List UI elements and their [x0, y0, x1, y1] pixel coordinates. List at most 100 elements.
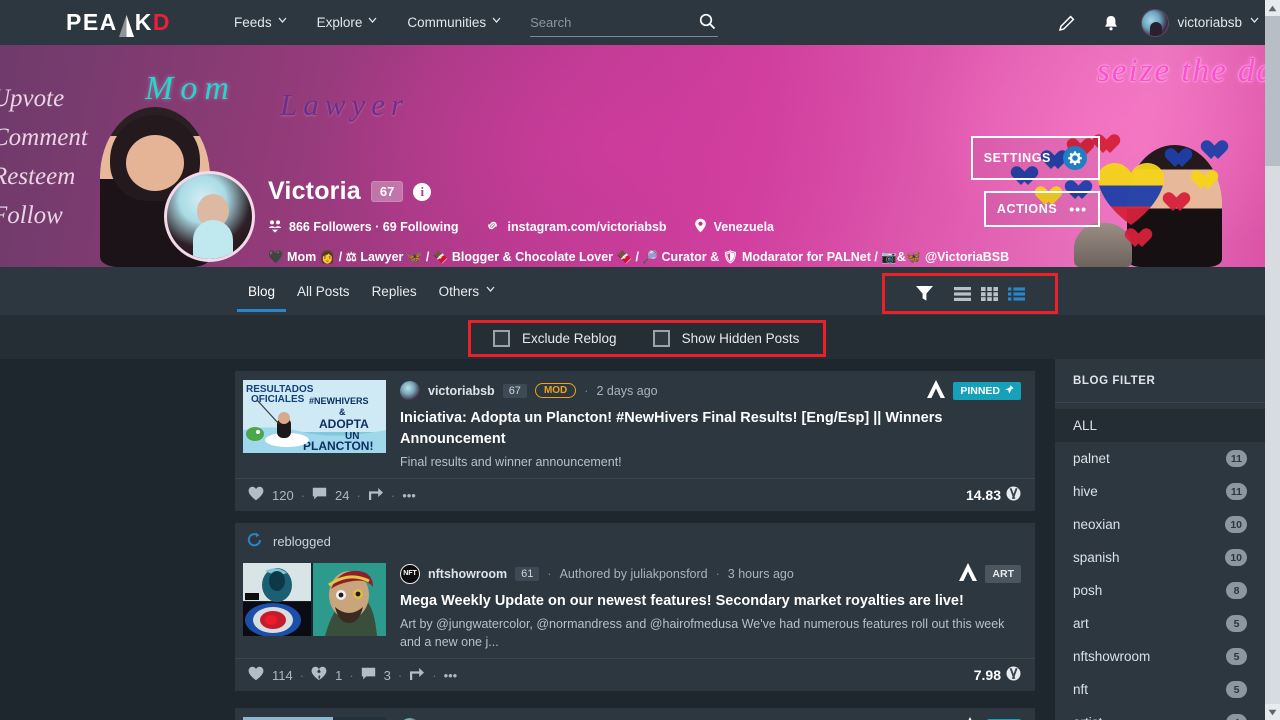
- bell-icon[interactable]: [1089, 0, 1133, 45]
- tab-all-posts[interactable]: All Posts: [286, 270, 361, 312]
- tab-replies[interactable]: Replies: [361, 270, 428, 312]
- search-box[interactable]: [530, 9, 719, 37]
- sidebar-item-palnet[interactable]: palnet 11: [1055, 442, 1265, 475]
- sidebar-item-nftshowroom[interactable]: nftshowroom 5: [1055, 640, 1265, 673]
- nav-item-explore-label: Explore: [316, 15, 363, 30]
- post-description: Final results and winner announcement!: [400, 455, 622, 469]
- sidebar-item-label: ALL: [1073, 418, 1098, 433]
- comment-button[interactable]: 3: [361, 667, 391, 684]
- upvote-button[interactable]: 114: [248, 666, 293, 684]
- comment-icon: [312, 487, 327, 504]
- followers-stat[interactable]: 866 Followers · 69 Following: [268, 219, 458, 236]
- profile-link[interactable]: instagram.com/victoriabsb: [485, 218, 667, 236]
- list-detail-icon[interactable]: [1008, 286, 1025, 301]
- nav-item-communities-label: Communities: [407, 15, 487, 30]
- list-rows-icon[interactable]: [954, 286, 971, 301]
- sidebar-item-label: nftshowroom: [1073, 649, 1151, 664]
- profile-name-row: Victoria 67 i: [268, 177, 1009, 206]
- actions-button[interactable]: ACTIONS •••: [983, 191, 1100, 227]
- tabs: Blog All Posts Replies Others: [237, 270, 505, 312]
- post-title[interactable]: Mega Weekly Update on our newest feature…: [400, 591, 1021, 612]
- post-more-button[interactable]: •••: [402, 488, 416, 503]
- page-title: Victoria: [268, 177, 361, 205]
- pin-icon: [1005, 384, 1014, 397]
- settings-button[interactable]: SETTINGS: [970, 136, 1100, 180]
- post-thumbnail[interactable]: [243, 563, 386, 636]
- hive-logo-icon: [926, 380, 946, 401]
- pinned-badge: PINNED: [953, 381, 1021, 400]
- sidebar-item-hive[interactable]: hive 11: [1055, 475, 1265, 508]
- share-button[interactable]: [409, 667, 425, 684]
- avatar[interactable]: [400, 380, 420, 401]
- post-body: NFT nftshowroom 61 · Authored by juliakp…: [235, 554, 1035, 658]
- cover-text-mom: Mom: [145, 70, 236, 107]
- comment-count: 3: [383, 667, 391, 683]
- tab-others[interactable]: Others: [428, 270, 506, 312]
- post-author[interactable]: victoriabsb: [428, 384, 495, 398]
- grid-icon[interactable]: [981, 286, 998, 301]
- profile-cover-banner: Upvote Comment Resteem Follow Mom Lawyer…: [0, 45, 1280, 267]
- filter-icon[interactable]: [915, 285, 934, 302]
- exclude-reblog-checkbox[interactable]: Exclude Reblog: [493, 330, 617, 347]
- peakd-logo[interactable]: PEA K D: [66, 9, 171, 37]
- main-content: RESULTADOS OFICIALES #NEWHIVERS & ADOPTA…: [0, 359, 1280, 720]
- share-button[interactable]: [368, 487, 384, 504]
- sidebar-item-all[interactable]: ALL: [1055, 409, 1265, 442]
- sidebar-item-label: spanish: [1073, 550, 1120, 565]
- separator-dot: ·: [547, 566, 552, 581]
- user-menu[interactable]: victoriabsb: [1141, 8, 1259, 37]
- upvote-count: 114: [272, 667, 293, 683]
- scrollbar-thumb[interactable]: [1265, 16, 1280, 166]
- link-icon: [485, 218, 500, 236]
- sidebar-item-art[interactable]: art 5: [1055, 607, 1265, 640]
- share-icon: [409, 667, 425, 684]
- post-action-bar: 120 · 24 · · ••• 14.83: [235, 478, 1035, 511]
- sidebar-item-label: neoxian: [1073, 517, 1121, 532]
- post-title[interactable]: Iniciativa: Adopta un Plancton! #NewHive…: [400, 408, 1021, 450]
- comment-button[interactable]: 24: [312, 487, 350, 504]
- sidebar-item-posh[interactable]: posh 8: [1055, 574, 1265, 607]
- avatar[interactable]: NFT: [400, 563, 420, 584]
- post-timestamp: 3 hours ago: [727, 566, 794, 581]
- post-payout[interactable]: 7.98: [974, 666, 1021, 684]
- sidebar-item-neoxian[interactable]: neoxian 10: [1055, 508, 1265, 541]
- sidebar-item-count: 4: [1226, 714, 1247, 720]
- post-more-button[interactable]: •••: [444, 668, 458, 683]
- profile-avatar[interactable]: [164, 171, 255, 262]
- post-payout[interactable]: 14.83: [966, 486, 1021, 504]
- search-icon[interactable]: [699, 13, 716, 35]
- upvote-button[interactable]: 120: [248, 486, 294, 504]
- chevron-down-icon: [278, 17, 287, 25]
- tab-blog[interactable]: Blog: [237, 270, 287, 312]
- post-action-bar: 114 · 1 · 3 · · ••• 7.98: [235, 658, 1035, 691]
- share-icon: [368, 487, 384, 504]
- sidebar-item-nft[interactable]: nft 5: [1055, 673, 1265, 706]
- comment-icon: [361, 667, 376, 684]
- pencil-icon[interactable]: [1045, 0, 1089, 45]
- post-thumbnail[interactable]: RESULTADOS OFICIALES #NEWHIVERS & ADOPTA…: [243, 380, 386, 453]
- downvote-button[interactable]: 1: [311, 666, 342, 684]
- actions-button-label: ACTIONS: [996, 202, 1058, 216]
- cover-text-resteem: Resteem: [0, 163, 76, 190]
- separator-dot: ·: [300, 487, 306, 503]
- ellipsis-icon: •••: [402, 487, 416, 503]
- scroll-up-button[interactable]: [1265, 0, 1280, 16]
- post-author-reputation: 67: [502, 383, 527, 398]
- post-header-right: PINNED: [926, 380, 1021, 401]
- sidebar-item-spanish[interactable]: spanish 10: [1055, 541, 1265, 574]
- page-scrollbar[interactable]: [1265, 0, 1280, 720]
- logo-text-k: K: [134, 9, 153, 35]
- scroll-down-button[interactable]: [1265, 704, 1280, 720]
- nav-item-feeds[interactable]: Feeds: [234, 15, 287, 30]
- post-body: [235, 708, 1035, 720]
- info-icon[interactable]: i: [413, 182, 432, 201]
- cover-text-upvote: Upvote: [0, 85, 65, 112]
- sidebar-item-artist[interactable]: artist 4: [1055, 706, 1265, 720]
- sidebar-item-count: 11: [1225, 483, 1247, 500]
- search-input[interactable]: [530, 14, 681, 30]
- nav-item-explore[interactable]: Explore: [317, 15, 377, 30]
- post-author[interactable]: nftshowroom: [428, 567, 507, 581]
- show-hidden-posts-checkbox[interactable]: Show Hidden Posts: [652, 330, 799, 347]
- view-tools-highlighted: [882, 273, 1058, 314]
- nav-item-communities[interactable]: Communities: [407, 15, 501, 30]
